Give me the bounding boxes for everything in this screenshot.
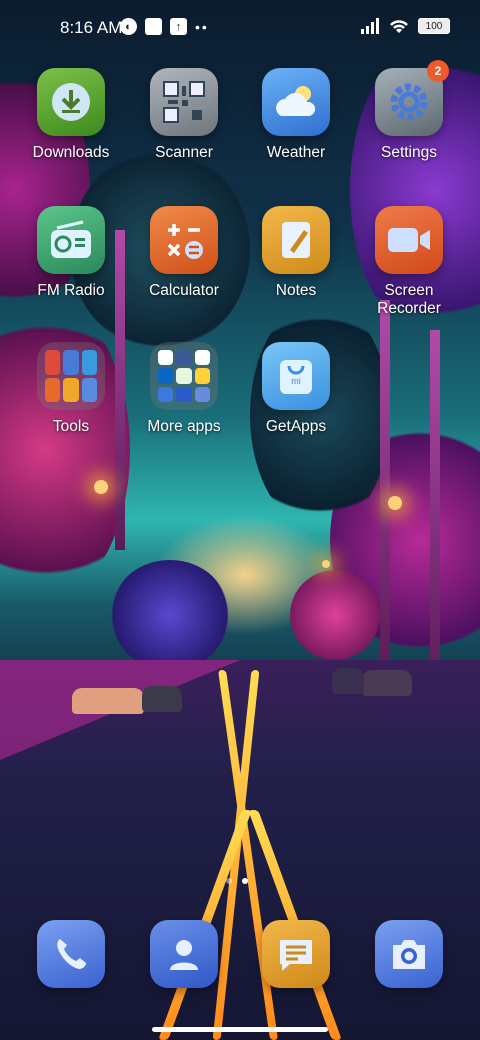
gesture-navigation-bar[interactable]: [152, 1027, 328, 1032]
app-label: Weather: [266, 144, 326, 161]
cloud-sun-icon: [262, 68, 330, 136]
app-label: Downloads: [32, 144, 110, 161]
wifi-icon: [390, 20, 408, 33]
folder-mini-icon: [176, 350, 192, 366]
street-lamp: [322, 560, 330, 568]
contacts-icon: [150, 920, 218, 988]
wallpaper-tree: [110, 560, 230, 670]
parked-car: [332, 668, 364, 694]
app-label: Tools: [52, 418, 90, 435]
status-bar: 8:16 AM ◐ ↑ •• 100: [0, 0, 480, 56]
app-calculator[interactable]: Calculator: [129, 206, 239, 300]
app-folder-more-apps[interactable]: More apps: [129, 342, 239, 436]
folder-mini-icon: [63, 377, 79, 402]
dock-camera[interactable]: [354, 920, 464, 988]
blank-notification-icon: [145, 18, 162, 35]
app-label: Screen Recorder: [377, 282, 441, 317]
signal-icon: [361, 18, 379, 34]
gear-icon: 2: [375, 60, 449, 136]
status-icons-right: 100: [360, 18, 450, 34]
notification-badge: 2: [427, 60, 449, 82]
page-dot-active[interactable]: [242, 878, 248, 884]
wallpaper-tree: [290, 570, 380, 660]
camera-icon: [375, 920, 443, 988]
page-dot[interactable]: [226, 878, 232, 884]
upload-icon: ↑: [170, 18, 187, 35]
app-downloads[interactable]: Downloads: [16, 68, 126, 162]
street-lamp: [388, 496, 402, 510]
folder-icon: [37, 342, 105, 410]
folder-mini-icon: [45, 350, 61, 375]
street-lamp: [94, 480, 108, 494]
messages-icon: [262, 920, 330, 988]
folder-mini-icon: [158, 386, 174, 402]
app-settings[interactable]: 2 Settings: [354, 60, 464, 162]
folder-mini-icon: [194, 350, 210, 366]
more-notifications-icon: ••: [195, 18, 209, 35]
app-label: FM Radio: [37, 282, 105, 299]
shopping-bag-icon: mi: [262, 342, 330, 410]
battery-indicator: 100: [418, 18, 450, 34]
wallpaper-trunk: [430, 330, 440, 690]
status-icons-left: ◐ ↑ ••: [120, 18, 209, 35]
app-label: More apps: [147, 418, 221, 435]
app-scanner[interactable]: Scanner: [129, 68, 239, 162]
folder-mini-icon: [176, 368, 192, 384]
folder-mini-icon: [63, 350, 79, 375]
svg-text:mi: mi: [291, 376, 301, 386]
wallpaper-trunk: [380, 300, 390, 670]
parked-car: [72, 688, 144, 714]
calculator-icon: [150, 206, 218, 274]
parked-car: [362, 670, 412, 696]
app-screen-recorder[interactable]: Screen Recorder: [354, 206, 464, 318]
dock-contacts[interactable]: [129, 920, 239, 988]
app-label: Scanner: [155, 144, 213, 161]
notes-icon: [262, 206, 330, 274]
folder-mini-icon: [176, 386, 192, 402]
video-camera-icon: [375, 206, 443, 274]
app-weather[interactable]: Weather: [241, 68, 351, 162]
folder-mini-icon: [81, 377, 97, 402]
app-label: Calculator: [149, 282, 219, 299]
app-label: GetApps: [265, 418, 327, 435]
app-folder-tools[interactable]: Tools: [16, 342, 126, 436]
dock-phone[interactable]: [16, 920, 126, 988]
clock: 8:16 AM: [60, 18, 123, 37]
folder-mini-icon: [194, 386, 210, 402]
qr-code-icon: [150, 68, 218, 136]
folder-mini-icon: [194, 368, 210, 384]
phone-icon: [37, 920, 105, 988]
app-notes[interactable]: Notes: [241, 206, 351, 300]
folder-icon: [150, 342, 218, 410]
vpn-icon: ◐: [120, 18, 137, 35]
app-fm-radio[interactable]: FM Radio: [16, 206, 126, 300]
radio-icon: [37, 206, 105, 274]
folder-mini-icon: [158, 350, 174, 366]
page-indicator: [226, 878, 248, 884]
folder-mini-icon: [81, 350, 97, 375]
parked-car: [142, 686, 182, 712]
folder-mini-icon: [45, 377, 61, 402]
folder-mini-icon: [158, 368, 174, 384]
app-label: Notes: [275, 282, 317, 299]
app-label: Settings: [380, 144, 437, 161]
dock-messages[interactable]: [241, 920, 351, 988]
app-getapps[interactable]: mi GetApps: [241, 342, 351, 436]
download-icon: [37, 68, 105, 136]
